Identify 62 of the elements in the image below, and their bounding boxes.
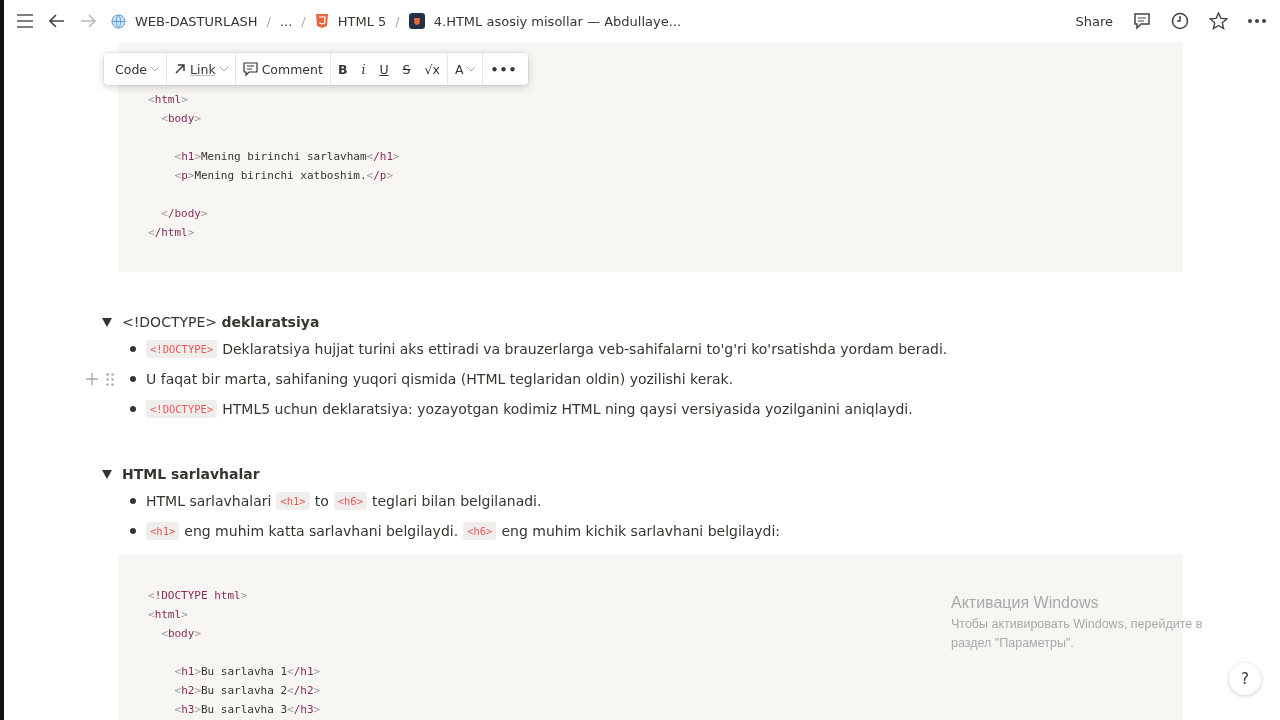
bullet-icon (130, 528, 136, 534)
bullet-icon (130, 406, 136, 412)
activation-title: Активация Windows (951, 594, 1100, 612)
code-line: <h3>Bu sarlavha 3</h3> (173, 702, 321, 718)
code-line: <h1>Mening birinchi sarlavham</h1> (173, 149, 400, 165)
code-line: <p>Mening birinchi xatboshim.</p> (173, 168, 394, 184)
breadcrumb-link[interactable]: HTML 5 (337, 13, 387, 29)
toolbar-button[interactable]: i (354, 53, 373, 85)
toolbar-button[interactable]: ••• (483, 53, 525, 85)
more-icon[interactable] (1248, 19, 1266, 23)
back-arrow-icon[interactable] (49, 14, 65, 28)
bullet-icon (130, 346, 136, 352)
arrow-icon (174, 63, 186, 75)
share-button[interactable]: Share (1075, 13, 1113, 29)
code-line: <body> (160, 626, 201, 642)
toggle-triangle-icon[interactable] (102, 317, 112, 327)
toolbar-button[interactable]: B (330, 53, 355, 85)
toolbar-button[interactable]: S (395, 53, 418, 85)
toolbar-button[interactable]: A (447, 53, 483, 85)
caret-icon (219, 66, 228, 72)
breadcrumb-link[interactable]: WEB-DASTURLASH (135, 13, 258, 29)
page-icon (408, 13, 425, 29)
code-line: </html> (148, 225, 195, 241)
code-line: <!DOCTYPE html> (148, 588, 248, 604)
code-line: <h2>Bu sarlavha 2</h2> (173, 683, 321, 699)
toolbar-button[interactable]: Code (108, 53, 166, 85)
breadcrumb-link[interactable]: ... (279, 13, 293, 29)
section-heading: HTML sarlavhalar (122, 466, 260, 482)
code-line: <body> (160, 111, 201, 127)
bullet-icon (130, 498, 136, 504)
bullet-icon (130, 376, 136, 382)
drag-handle-icon[interactable] (106, 372, 114, 386)
comment-icon[interactable] (1133, 12, 1151, 30)
help-button[interactable]: ? (1229, 663, 1261, 695)
bullet-text: U faqat bir marta, sahifaning yuqori qismida (HTML teglaridan oldin) yozilishi kerak. (146, 371, 734, 387)
clock-icon[interactable] (1171, 12, 1189, 30)
menu-icon[interactable] (16, 14, 34, 28)
caret-icon (467, 66, 476, 72)
code-line: <html> (148, 92, 188, 108)
breadcrumb-link[interactable]: 4.HTML asosiy misollar — Abdullaye... (433, 13, 682, 29)
comment-icon (242, 62, 258, 76)
activation-message: Чтобы активировать Windows, перейдите в раздел "Параметры". (951, 616, 1204, 652)
breadcrumb-separator: / (395, 13, 400, 29)
bullet-text: <!DOCTYPE> HTML5 uchun deklaratsiya: yozayotgan kodimiz HTML ning qaysi versiyasida yozilganini aniqlaydi. (146, 400, 913, 418)
breadcrumb-separator: / (301, 13, 306, 29)
toolbar-button[interactable]: Link (167, 53, 235, 85)
globe-icon (111, 13, 126, 29)
caret-icon (151, 66, 159, 72)
star-icon[interactable] (1209, 12, 1228, 30)
bullet-text: <!DOCTYPE> Deklaratsiya hujjat turini aks ettiradi va brauzerlarga veb-sahifalarni to'g'ri ko'rsatishda yordam beradi. (146, 340, 948, 358)
toolbar-button[interactable]: U (372, 53, 396, 85)
toolbar-button[interactable]: √x (417, 53, 447, 85)
shield-icon (314, 13, 329, 29)
toggle-triangle-icon[interactable] (102, 469, 112, 479)
code-line: <h1>Bu sarlavha 1</h1> (173, 664, 321, 680)
breadcrumb-separator: / (266, 13, 271, 29)
bullet-text: <h1> eng muhim katta sarlavhani belgilaydi. <h6> eng muhim kichik sarlavhani belgilaydi: (146, 522, 781, 540)
code-line: <html> (148, 607, 188, 623)
code-line: </body> (160, 206, 208, 222)
bullet-text: HTML sarlavhalari <h1> to <h6> teglari bilan belgilanadi. (146, 492, 542, 510)
section-heading: <!DOCTYPE> deklaratsiya (122, 314, 320, 330)
toolbar-button[interactable]: Comment (235, 53, 330, 85)
